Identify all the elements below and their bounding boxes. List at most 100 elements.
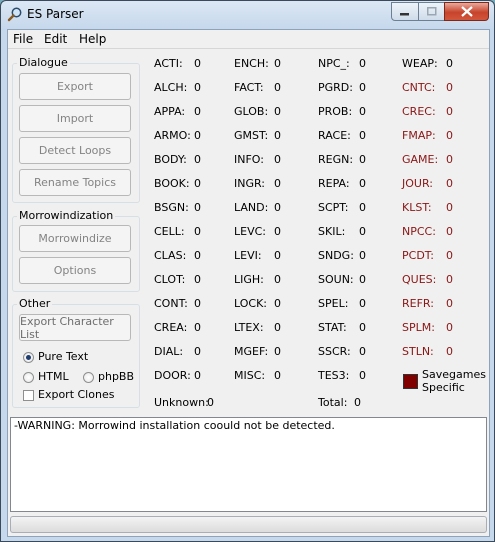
record-code: ARMO: [154, 129, 191, 142]
record-code: BODY: [154, 153, 187, 166]
record-code: MGEF: [234, 345, 269, 358]
phpbb-label: phpBB [98, 370, 135, 383]
record-count: 0 [359, 345, 366, 358]
maximize-button[interactable] [418, 2, 445, 21]
record-code: NPCC: [402, 225, 436, 238]
record-count: 0 [446, 321, 453, 334]
detect-loops-button[interactable]: Detect Loops [19, 137, 131, 164]
record-code: BOOK: [154, 177, 190, 190]
record-count: 0 [274, 369, 281, 382]
minimize-button[interactable] [391, 2, 419, 21]
record-count: 0 [359, 225, 366, 238]
rename-topics-button[interactable]: Rename Topics [19, 169, 131, 196]
record-code: RACE: [318, 129, 351, 142]
record-code: STAT: [318, 321, 347, 334]
record-count: 0 [194, 57, 201, 70]
record-code: APPA: [154, 105, 186, 118]
record-count: 0 [446, 57, 453, 70]
record-count: 0 [194, 201, 201, 214]
record-count: 0 [446, 177, 453, 190]
morrowindize-button[interactable]: Morrowindize [19, 225, 131, 252]
close-button[interactable] [444, 2, 489, 21]
record-code: CREA: [154, 321, 188, 334]
unknown-label: Unknown: [154, 396, 209, 409]
record-count: 0 [274, 321, 281, 334]
pure-text-label: Pure Text [38, 350, 89, 363]
record-code: TES3: [318, 369, 350, 382]
record-code: CREC: [402, 105, 436, 118]
record-count: 0 [359, 273, 366, 286]
record-count: 0 [194, 225, 201, 238]
html-label: HTML [38, 370, 69, 383]
record-code: LOCK: [234, 297, 267, 310]
maximize-icon [419, 3, 444, 20]
record-code: REFR: [402, 297, 434, 310]
phpbb-radio[interactable] [83, 372, 94, 383]
title-bar[interactable]: ES Parser [1, 1, 494, 29]
legend-label-savegames: Savegames [422, 368, 486, 381]
record-count: 0 [274, 57, 281, 70]
record-code: FMAP: [402, 129, 436, 142]
log-line: -WARNING: Morrowind installation coould … [14, 419, 335, 432]
record-code: SKIL: [318, 225, 346, 238]
menu-file[interactable]: File [13, 32, 33, 46]
other-group-label: Other [17, 297, 53, 310]
html-radio[interactable] [23, 372, 34, 383]
record-count: 0 [446, 345, 453, 358]
progress-bar [10, 516, 487, 533]
total-label: Total: [318, 396, 348, 409]
record-code: ENCH: [234, 57, 269, 70]
record-code: LEVI: [234, 249, 262, 262]
record-count: 0 [359, 201, 366, 214]
record-code: SNDG: [318, 249, 354, 262]
log-output[interactable]: -WARNING: Morrowind installation coould … [10, 417, 487, 512]
record-count: 0 [194, 273, 201, 286]
record-count: 0 [194, 81, 201, 94]
export-character-list-button[interactable]: Export Character List [19, 314, 131, 341]
record-code: NPC_: [318, 57, 350, 70]
record-count: 0 [274, 81, 281, 94]
record-code: LAND: [234, 201, 269, 214]
record-code: PGRD: [318, 81, 353, 94]
record-code: SSCR: [318, 345, 351, 358]
record-count: 0 [446, 201, 453, 214]
record-code: INFO: [234, 153, 264, 166]
application-window: ES Parser File Edit Help Dialogue Export… [0, 0, 495, 542]
export-clones-label: Export Clones [38, 388, 115, 401]
record-count: 0 [194, 321, 201, 334]
record-count: 0 [274, 345, 281, 358]
record-code: INGR: [234, 177, 266, 190]
record-count: 0 [274, 225, 281, 238]
record-code: JOUR: [402, 177, 433, 190]
record-count: 0 [274, 201, 281, 214]
record-code: ACTI: [154, 57, 183, 70]
pure-text-radio[interactable] [23, 352, 34, 363]
record-count: 0 [359, 153, 366, 166]
record-count: 0 [274, 105, 281, 118]
record-code: CELL: [154, 225, 185, 238]
record-count: 0 [194, 177, 201, 190]
record-code: SOUN: [318, 273, 354, 286]
record-count: 0 [359, 297, 366, 310]
record-code: GLOB: [234, 105, 269, 118]
record-count: 0 [359, 81, 366, 94]
menu-edit[interactable]: Edit [44, 32, 67, 46]
record-count: 0 [446, 297, 453, 310]
options-button[interactable]: Options [19, 257, 131, 284]
record-count: 0 [359, 57, 366, 70]
menu-help[interactable]: Help [79, 32, 106, 46]
import-button[interactable]: Import [19, 105, 131, 132]
record-code: LIGH: [234, 273, 264, 286]
morrowindization-group-label: Morrowindization [17, 209, 116, 222]
record-count: 0 [194, 249, 201, 262]
minimize-icon [392, 3, 418, 20]
savegames-legend-swatch [403, 374, 418, 389]
record-count: 0 [446, 129, 453, 142]
export-clones-checkbox[interactable] [23, 390, 34, 401]
record-count: 0 [274, 297, 281, 310]
window-title: ES Parser [27, 7, 84, 21]
record-count: 0 [359, 177, 366, 190]
record-code: FACT: [234, 81, 264, 94]
export-button[interactable]: Export [19, 73, 131, 100]
record-code: SCPT: [318, 201, 349, 214]
